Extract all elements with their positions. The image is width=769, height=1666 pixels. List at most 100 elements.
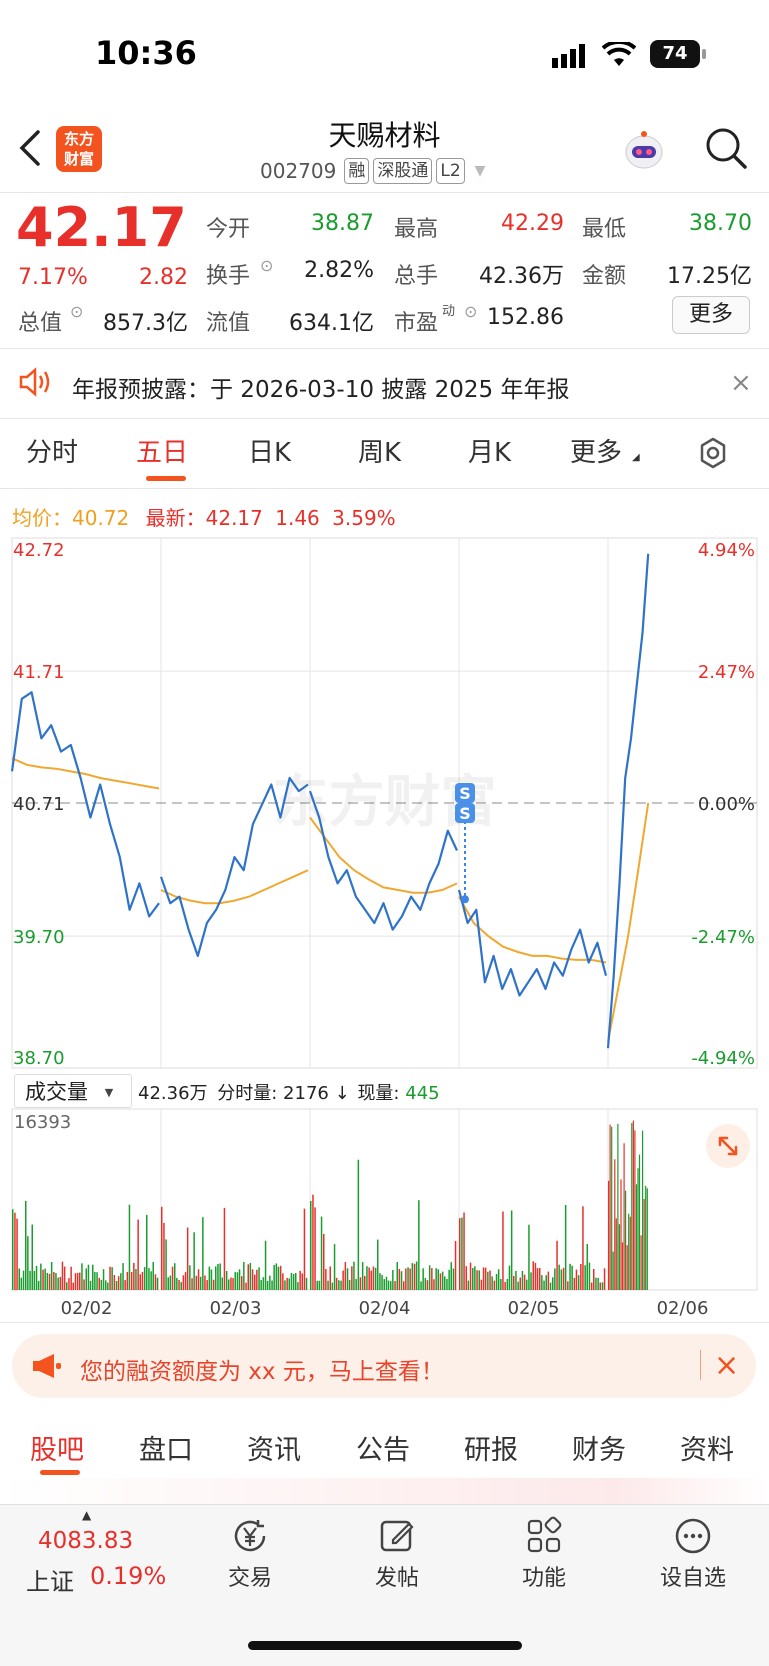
volume-bar	[249, 1262, 252, 1290]
chevron-down-icon[interactable]: ▼	[475, 163, 486, 179]
y-tick-left: 42.72	[13, 540, 65, 561]
tag-l2: L2	[436, 158, 465, 184]
tab-financials[interactable]: 财务	[572, 1428, 626, 1467]
volume-bar	[245, 1282, 247, 1290]
volume-bar	[98, 1277, 100, 1290]
volume-bar	[171, 1266, 174, 1290]
functions-nav-item[interactable]: 功能	[512, 1516, 576, 1592]
tab-intraday[interactable]: 分时	[26, 432, 78, 469]
volume-bar	[439, 1273, 442, 1290]
info-icon[interactable]: ⊙	[260, 256, 273, 275]
trade-nav-item[interactable]: 交易	[218, 1516, 282, 1592]
volume-label: 总手	[394, 264, 439, 289]
index-pct[interactable]: 0.19%	[90, 1562, 166, 1590]
volume-bar	[18, 1268, 20, 1290]
gear-icon[interactable]	[696, 436, 730, 474]
price-chart[interactable]: 东方财富42.72 4.94%41.71 2.47%40.71 0.00%39.70-…	[0, 536, 769, 1076]
post-nav-item[interactable]: 发帖	[365, 1516, 429, 1592]
volume-bar	[176, 1277, 178, 1290]
avg-value: 40.72	[72, 506, 130, 530]
volume-bar	[148, 1268, 150, 1290]
volume-bar	[586, 1244, 588, 1290]
volume-bar	[59, 1276, 62, 1290]
volume-bar	[133, 1262, 135, 1290]
volume-bar	[338, 1280, 340, 1290]
volume-bar	[628, 1213, 630, 1290]
volume-bar	[277, 1266, 280, 1290]
volume-bar	[364, 1275, 366, 1290]
x-axis: 02/02 02/03 02/04 02/05 02/06	[61, 1298, 709, 1319]
tab-profile[interactable]: 资料	[680, 1428, 734, 1467]
tab-daily-k[interactable]: 日K	[248, 432, 291, 469]
volume-bar	[320, 1216, 323, 1290]
volume-bar	[638, 1154, 641, 1290]
volume-bar	[351, 1266, 353, 1290]
tab-forum[interactable]: 股吧	[30, 1428, 84, 1467]
volume-bar	[545, 1275, 547, 1290]
tab-monthly-k[interactable]: 月K	[468, 432, 511, 469]
volume-bar	[415, 1261, 418, 1290]
tab-announcements[interactable]: 公告	[356, 1428, 410, 1467]
volume-bar	[381, 1274, 383, 1290]
tab-research[interactable]: 研报	[464, 1428, 518, 1467]
info-icon[interactable]: ⊙	[464, 302, 477, 321]
volume-bar	[567, 1281, 569, 1290]
volume-bar	[184, 1272, 187, 1290]
volume-bar	[575, 1269, 578, 1290]
volume-bar	[571, 1265, 573, 1290]
index-value[interactable]: 4083.83	[38, 1528, 133, 1554]
pe-superscript: 动	[442, 304, 456, 319]
volume-bar	[383, 1279, 385, 1290]
tab-five-day[interactable]: 五日	[136, 432, 188, 469]
volume-bar	[81, 1263, 83, 1290]
post-label: 发帖	[374, 1566, 419, 1591]
watchlist-nav-item[interactable]: 设自选	[650, 1516, 736, 1592]
tab-more[interactable]: 更多	[570, 432, 622, 469]
volume-bar	[634, 1130, 636, 1290]
volume-bar	[258, 1267, 260, 1290]
more-button[interactable]: 更多	[672, 296, 750, 334]
volume-bar	[497, 1269, 500, 1290]
volume-bar	[368, 1267, 370, 1290]
tab-weekly-k[interactable]: 周K	[358, 432, 401, 469]
tab-order-book[interactable]: 盘口	[139, 1428, 193, 1467]
info-icon[interactable]: ⊙	[70, 302, 83, 321]
index-name[interactable]: 上证	[26, 1562, 74, 1597]
volume-bar	[333, 1244, 336, 1290]
volume-bar	[107, 1282, 109, 1290]
robot-assistant-icon[interactable]	[620, 126, 668, 178]
volume-bar	[266, 1281, 269, 1290]
close-icon[interactable]: ×	[714, 1348, 739, 1383]
notice-divider	[0, 418, 769, 419]
search-icon[interactable]	[704, 126, 748, 174]
volume-bar	[27, 1236, 29, 1290]
volume-bar	[247, 1264, 249, 1290]
volume-bar	[210, 1269, 213, 1290]
open-label: 今开	[206, 217, 251, 242]
ad-banner-text[interactable]: 您的融资额度为 xx 元，马上查看！	[80, 1352, 444, 1386]
stock-code-row: 002709 融 深股通 L2 ▼	[260, 158, 485, 184]
dropdown-caret-icon: ▼	[104, 1086, 114, 1099]
quote-divider	[0, 348, 769, 349]
volume-chart[interactable]	[0, 1106, 769, 1306]
volume-bar	[646, 1188, 648, 1290]
volume-bar	[344, 1262, 347, 1290]
volume-bar	[282, 1273, 284, 1290]
volume-selector[interactable]: 成交量 ▼	[14, 1074, 132, 1108]
volume-bar	[303, 1208, 306, 1290]
notice-text[interactable]: 年报预披露：于 2026-03-10 披露 2025 年年报	[72, 370, 569, 404]
volume-bar	[329, 1266, 331, 1290]
expand-icon[interactable]	[706, 1124, 750, 1168]
x-tick-label: 02/04	[359, 1298, 411, 1319]
y-tick-left: 40.71	[13, 794, 65, 815]
battery-cap	[702, 49, 706, 59]
volume-bar	[513, 1275, 515, 1290]
volume-bar	[370, 1270, 372, 1290]
tab-news[interactable]: 资讯	[247, 1428, 301, 1467]
volume-bar	[219, 1263, 221, 1290]
close-icon[interactable]: ×	[730, 368, 752, 398]
volume-bar	[146, 1214, 148, 1290]
now-volume: 445	[405, 1083, 440, 1104]
volume-bar	[83, 1279, 85, 1290]
y-tick-right: 4.94%	[698, 540, 755, 561]
